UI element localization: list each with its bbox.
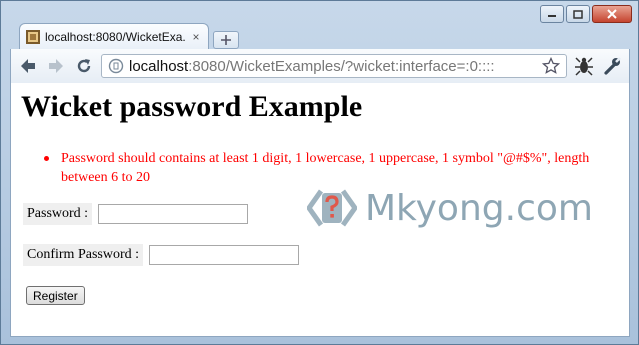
browser-tab[interactable]: localhost:8080/WicketExa... × — [19, 23, 209, 49]
password-label: Password : — [23, 203, 93, 225]
url-host: localhost — [129, 57, 189, 75]
window-controls — [540, 5, 632, 23]
watermark-text: Mkyong.com — [365, 187, 593, 229]
url-text: localhost:8080/WicketExamples/?wicket:in… — [129, 58, 542, 75]
reload-icon — [77, 59, 91, 73]
minimize-button[interactable] — [540, 5, 564, 23]
maximize-button[interactable] — [566, 5, 590, 23]
minimize-icon — [548, 15, 556, 17]
favicon-icon — [26, 29, 40, 44]
close-icon — [607, 9, 617, 19]
confirm-password-row: Confirm Password : — [23, 244, 300, 266]
feedback-error: Password should contains at least 1 digi… — [41, 149, 621, 187]
forward-arrow-icon — [49, 59, 63, 73]
watermark: Mkyong.com — [307, 185, 593, 231]
mkyong-logo-icon — [307, 189, 357, 227]
settings-button[interactable] — [601, 55, 623, 77]
password-row: Password : — [23, 203, 249, 225]
extension-button[interactable] — [573, 55, 595, 77]
tab-title: localhost:8080/WicketExa... — [45, 29, 186, 44]
browser-toolbar: localhost:8080/WicketExamples/?wicket:in… — [10, 49, 630, 83]
password-label-text: Password — [27, 206, 81, 221]
confirm-label-text: Confirm Password — [27, 247, 132, 262]
confirm-label-sep: : — [135, 247, 140, 262]
extension-icon — [575, 57, 593, 76]
register-button[interactable]: Register — [26, 286, 85, 305]
forward-button[interactable] — [45, 55, 67, 77]
tab-close-icon[interactable]: × — [190, 30, 202, 44]
confirm-password-field[interactable] — [149, 245, 300, 265]
feedback-panel: Password should contains at least 1 digi… — [41, 149, 621, 187]
plus-icon — [221, 35, 231, 45]
new-tab-button[interactable] — [213, 31, 239, 49]
close-window-button[interactable] — [592, 5, 632, 23]
star-icon[interactable] — [542, 57, 560, 75]
back-arrow-icon — [21, 59, 35, 73]
page-icon — [108, 58, 124, 74]
password-field[interactable] — [98, 204, 249, 224]
browser-window: localhost:8080/WicketExa... × localhost:… — [0, 0, 639, 345]
maximize-icon — [573, 9, 583, 19]
address-bar[interactable]: localhost:8080/WicketExamples/?wicket:in… — [101, 54, 567, 78]
url-path: :8080/WicketExamples/?wicket:interface=:… — [188, 57, 495, 75]
back-button[interactable] — [17, 55, 39, 77]
wrench-icon — [604, 57, 621, 75]
confirm-password-label: Confirm Password : — [23, 244, 144, 266]
page-title: Wicket password Example — [21, 90, 363, 123]
password-label-sep: : — [84, 206, 89, 221]
reload-button[interactable] — [73, 55, 95, 77]
